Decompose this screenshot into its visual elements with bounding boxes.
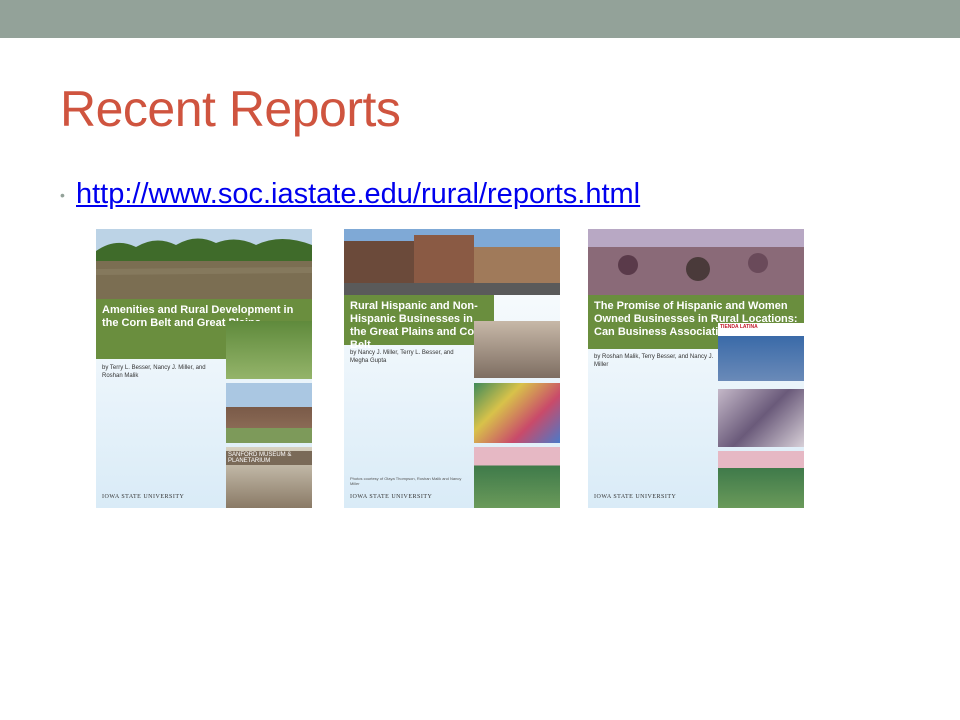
slide-title: Recent Reports: [60, 81, 401, 137]
market-goods-photo: [474, 383, 560, 443]
cover-publisher: IOWA STATE UNIVERSITY: [102, 494, 185, 500]
storefront-photo: [474, 447, 560, 508]
bullet-dot-icon: •: [60, 186, 65, 203]
crowd-market-photo: [588, 229, 804, 295]
report-cover-2[interactable]: Rural Hispanic and Non-Hispanic Business…: [344, 229, 560, 508]
cover-publisher: IOWA STATE UNIVERSITY: [350, 494, 433, 500]
building-photo: [226, 383, 312, 443]
cover-authors: by Nancy J. Miller, Terry L. Besser, and…: [350, 350, 454, 364]
cover-title: Rural Hispanic and Non-Hispanic Business…: [350, 300, 486, 351]
bullet-item: • http://www.soc.iastate.edu/rural/repor…: [60, 178, 640, 211]
shop-owner-photo: [474, 321, 560, 378]
report-cover-1[interactable]: Amenities and Rural Development in the C…: [96, 229, 312, 508]
main-street-photo: [344, 229, 560, 295]
storefront-photo: [718, 451, 804, 508]
cover-publisher: IOWA STATE UNIVERSITY: [594, 494, 677, 500]
tienda-latina-photo: TIENDA LATINA: [718, 323, 804, 381]
cover-authors: by Roshan Malik, Terry Besser, and Nancy…: [594, 354, 714, 368]
river-photo: [96, 229, 312, 299]
report-cover-3[interactable]: The Promise of Hispanic and Women Owned …: [588, 229, 804, 508]
garden-photo: [226, 321, 312, 379]
photo-credits: Photos courtesy of Olaya Thompson, Rosha…: [350, 476, 462, 486]
reports-link[interactable]: http://www.soc.iastate.edu/rural/reports…: [76, 178, 640, 211]
cover-title-band: Rural Hispanic and Non-Hispanic Business…: [344, 295, 494, 351]
museum-sign: SANFORD MUSEUM & PLANETARIUM: [226, 451, 312, 465]
store-sign: TIENDA LATINA: [720, 324, 758, 330]
top-accent-bar: [0, 0, 960, 38]
museum-photo: SANFORD MUSEUM & PLANETARIUM: [226, 447, 312, 508]
clothing-store-photo: [718, 389, 804, 447]
cover-authors: by Terry L. Besser, Nancy J. Miller, and…: [102, 365, 206, 379]
